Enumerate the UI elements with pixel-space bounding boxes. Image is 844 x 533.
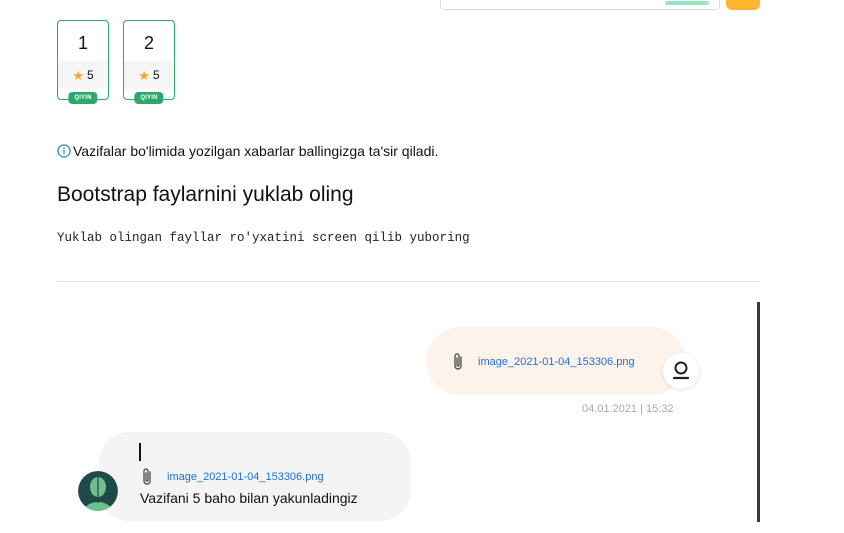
incoming-attachment[interactable]: image_2021-01-04_153306.png (139, 467, 324, 487)
task-score: ★ 5 (58, 61, 108, 89)
task-card-1[interactable]: 1 ★ 5 QIYIN (57, 20, 109, 104)
user-avatar[interactable] (663, 353, 699, 389)
attachment-link[interactable]: image_2021-01-04_153306.png (167, 471, 324, 483)
info-text: Vazifalar bo'limida yozilgan xabarlar ba… (73, 143, 439, 159)
task-number: 1 (77, 33, 88, 53)
task-points: 5 (152, 68, 160, 82)
top-input-accent (665, 1, 709, 5)
star-icon: ★ (138, 67, 150, 83)
user-avatar-icon (78, 471, 118, 511)
difficulty-badge: QIYIN (68, 92, 98, 104)
message-timestamp: 04.01.2021 | 15:32 (582, 403, 674, 415)
star-icon: ★ (72, 67, 84, 83)
message-text: Vazifani 5 baho bilan yakunladingiz (140, 490, 358, 506)
chat-scrollbar[interactable] (757, 302, 760, 522)
outgoing-attachment[interactable]: image_2021-01-04_153306.png (450, 352, 635, 372)
top-text-input[interactable] (440, 0, 720, 10)
attachment-link[interactable]: image_2021-01-04_153306.png (478, 356, 635, 368)
task-title: Bootstrap faylarnini yuklab oling (57, 183, 354, 206)
paperclip-icon (454, 353, 462, 370)
task-score: ★ 5 (124, 61, 174, 89)
task-number: 2 (143, 33, 154, 53)
paperclip-icon (143, 468, 151, 485)
info-icon (57, 144, 71, 158)
task-description: Yuklab olingan fayllar ro'yxatini screen… (57, 231, 470, 245)
top-action-button[interactable] (726, 0, 760, 10)
teacher-avatar[interactable] (78, 471, 118, 511)
text-cursor (139, 443, 141, 461)
task-card-2[interactable]: 2 ★ 5 QIYIN (123, 20, 175, 104)
user-logo-icon (672, 361, 690, 380)
task-points: 5 (86, 68, 94, 82)
info-notice: Vazifalar bo'limida yozilgan xabarlar ba… (57, 143, 438, 159)
difficulty-badge: QIYIN (134, 92, 164, 104)
divider (57, 281, 760, 282)
